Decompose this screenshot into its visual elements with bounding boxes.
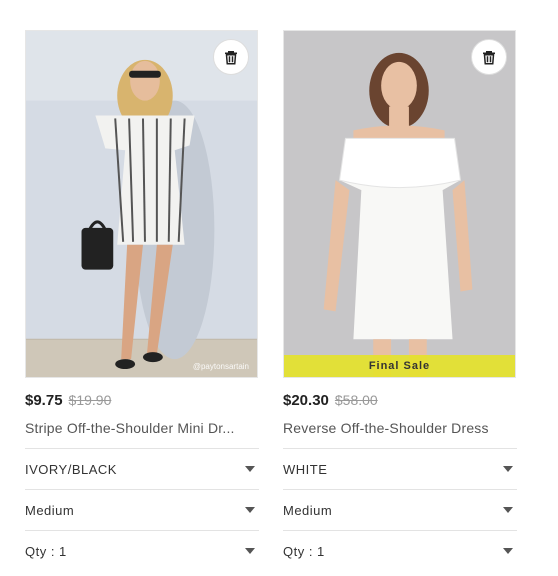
product-title[interactable]: Stripe Off-the-Shoulder Mini Dr... [25,418,259,438]
original-price: $58.00 [334,392,378,408]
quantity-select-value: Qty : 1 [25,543,67,559]
chevron-down-icon [245,507,255,513]
size-select[interactable]: Medium [283,490,517,530]
product-card: Final Sale $20.30 $58.00 Reverse Off-the… [283,30,517,571]
trash-icon [483,51,495,65]
quantity-select[interactable]: Qty : 1 [25,531,259,571]
color-select[interactable]: IVORY/BLACK [25,449,259,489]
product-photo [26,31,257,377]
chevron-down-icon [503,507,513,513]
product-photo [284,31,515,377]
chevron-down-icon [503,466,513,472]
product-image[interactable]: @paytonsartain [25,30,258,378]
chevron-down-icon [503,548,513,554]
price-row: $9.75 $19.90 [25,392,259,412]
product-title[interactable]: Reverse Off-the-Shoulder Dress [283,418,517,438]
remove-item-button[interactable] [471,39,507,75]
color-select-value: IVORY/BLACK [25,461,117,477]
size-select[interactable]: Medium [25,490,259,530]
image-watermark: @paytonsartain [192,362,249,371]
product-title-link[interactable]: Reverse Off-the-Shoulder Dress [283,420,489,436]
quantity-select[interactable]: Qty : 1 [283,531,517,571]
product-title-link[interactable]: Stripe Off-the-Shoulder Mini Dr... [25,420,235,436]
product-image[interactable]: Final Sale [283,30,516,378]
chevron-down-icon [245,548,255,554]
chevron-down-icon [245,466,255,472]
remove-item-button[interactable] [213,39,249,75]
final-sale-badge: Final Sale [284,355,515,377]
color-select[interactable]: WHITE [283,449,517,489]
sale-price: $9.75 [25,392,63,409]
product-card: @paytonsartain $9.75 $19.90 Stripe Off-t… [25,30,259,571]
original-price: $19.90 [68,392,112,408]
trash-icon [225,51,237,65]
color-select-value: WHITE [283,461,328,477]
sale-price: $20.30 [283,392,329,409]
price-row: $20.30 $58.00 [283,392,517,412]
size-select-value: Medium [25,502,75,518]
quantity-select-value: Qty : 1 [283,543,325,559]
size-select-value: Medium [283,502,333,518]
